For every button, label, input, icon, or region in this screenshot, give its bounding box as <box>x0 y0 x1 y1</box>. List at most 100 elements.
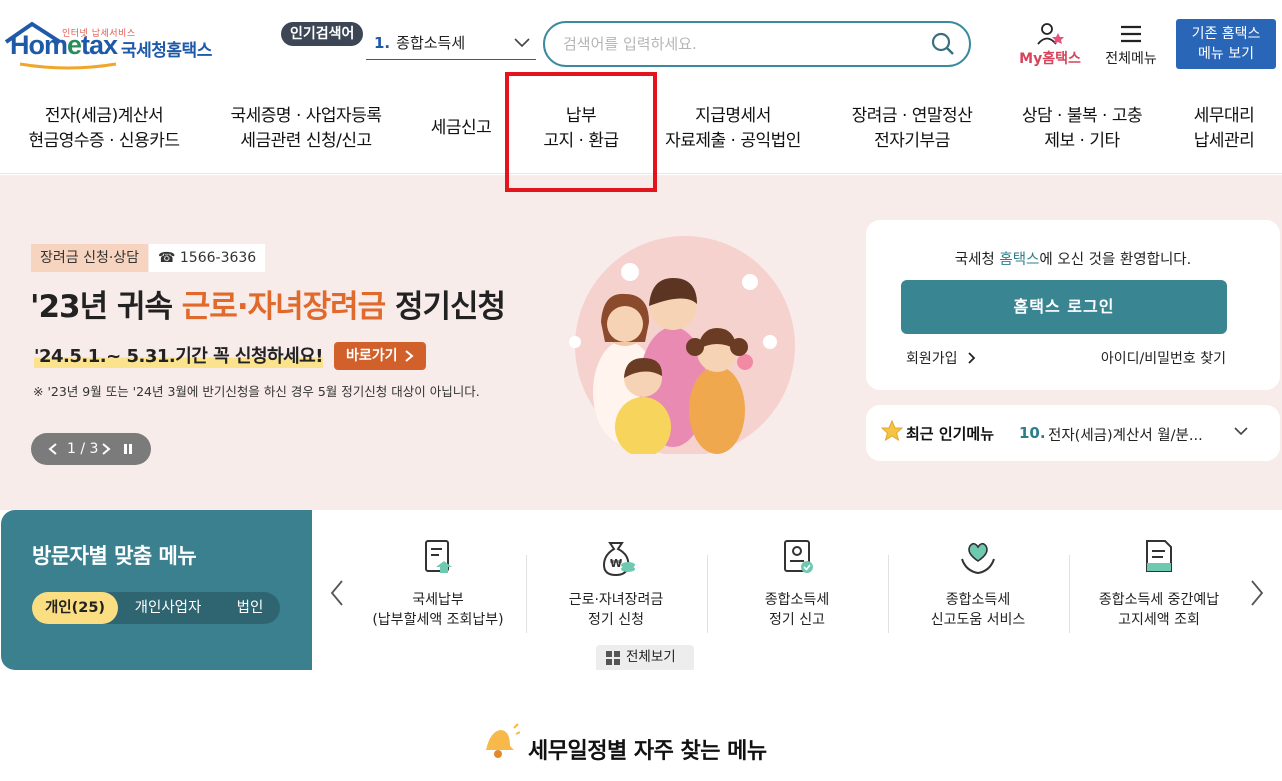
popular-rank: 1. <box>374 34 391 52</box>
banner-note: ※ '23년 9월 또는 '24년 3월에 반기신청을 하신 경우 5월 정기신… <box>33 384 480 399</box>
gnb-item-line1: 지급명세서 <box>695 106 771 126</box>
welcome-text: 국세청 홈택스에 오신 것을 환영합니다. <box>954 252 1192 268</box>
search-box <box>543 21 971 67</box>
money-bag-icon: ₩ <box>602 542 635 577</box>
recent-menu-title: 최근 인기메뉴 <box>906 425 995 443</box>
find-id-password-link[interactable]: 아이디/비밀번호 찾기 <box>1101 348 1226 368</box>
gnb-item-consult[interactable]: 상담 · 불복 · 고충 제보 · 기타 <box>1016 104 1148 154</box>
svg-text:₩: ₩ <box>610 557 622 570</box>
join-link[interactable]: 회원가입 <box>906 348 976 368</box>
menu-income-tax-help[interactable]: 종합소득세 신고도움 서비스 <box>888 532 1068 642</box>
menu-interim-prepayment[interactable]: 종합소득세 중간예납 고지세액 조회 <box>1069 532 1249 642</box>
banner-category-tag: 장려금 신청·상담 <box>31 244 149 272</box>
legacy-line2: 메뉴 보기 <box>1198 46 1254 62</box>
gnb-item-line2: 제보 · 기타 <box>1044 131 1120 151</box>
family-illustration <box>569 236 795 454</box>
tab-sole-proprietor[interactable]: 개인사업자 <box>120 592 216 624</box>
gnb-item-e-invoice[interactable]: 전자(세금)계산서 현금영수증 · 신용카드 <box>24 104 184 154</box>
tab-corporation[interactable]: 법인 <box>222 592 278 624</box>
banner-title: '23년 귀속 근로·자녀장려금 정기신청 <box>30 289 506 325</box>
gnb-item-line2: 전자기부금 <box>874 131 950 151</box>
prev-slide-icon[interactable] <box>48 443 58 455</box>
all-menu-label: 전체메뉴 <box>1105 51 1157 67</box>
my-hometax-label: My홈택스 <box>1019 51 1081 67</box>
menu-incentive-apply[interactable]: ₩ 근로·자녀장려금 정기 신청 <box>526 532 706 642</box>
pause-icon[interactable] <box>123 443 133 455</box>
gnb-item-payment-statement[interactable]: 지급명세서 자료제출 · 공익법인 <box>660 104 806 154</box>
hamburger-icon <box>1121 25 1141 43</box>
visitor-menu-list: 국세납부 (납부할세액 조회납부) ₩ 근로·자녀장려금 정기 신청 종합소득세 정기… <box>312 510 1280 670</box>
banner-period: '24.5.1.~ 5.31.기간 꼭 신청하세요! <box>34 342 323 368</box>
gnb-item-tax-agent[interactable]: 세무대리 납세관리 <box>1186 104 1262 154</box>
banner-phone: ☎ 1566-3636 <box>149 244 266 272</box>
carousel-prev-icon[interactable] <box>330 580 344 606</box>
gnb-item-line1: 전자(세금)계산서 <box>44 106 164 126</box>
pager-count: 1 / 3 <box>67 441 99 457</box>
all-menu-button[interactable]: 전체메뉴 <box>1098 22 1164 70</box>
recent-menu-rank: 10. <box>1019 424 1046 442</box>
legacy-line1: 기존 홈택스 <box>1191 26 1261 42</box>
chevron-down-icon <box>514 38 530 48</box>
popular-search-badge: 인기검색어 <box>281 22 364 46</box>
gnb-item-line2: 세금관련 신청/신고 <box>240 131 372 151</box>
tax-report-icon <box>784 540 813 573</box>
menu-label: 종합소득세 신고도움 서비스 <box>930 592 1026 628</box>
banner-go-button[interactable]: 바로가기 <box>334 342 426 370</box>
gnb-item-line2: 자료제출 · 공익법인 <box>665 131 801 151</box>
visitor-type-tabs: 개인(25) 개인사업자 법인 <box>32 592 280 624</box>
gnb-item-line1: 세금신고 <box>430 118 492 138</box>
star-icon <box>881 420 903 442</box>
chevron-right-icon <box>405 350 414 362</box>
bell-icon <box>486 723 520 758</box>
grid-icon <box>606 651 620 665</box>
gnb-item-line1: 세무대리 <box>1193 106 1255 126</box>
join-label: 회원가입 <box>906 351 958 367</box>
gnb-item-line1: 국세증명 · 사업자등록 <box>230 106 382 126</box>
gnb-item-line2: 납세관리 <box>1193 131 1255 151</box>
search-input[interactable] <box>563 32 923 56</box>
hero-banner: 장려금 신청·상담 ☎ 1566-3636 '23년 귀속 근로·자녀장려금 정… <box>0 175 1282 510</box>
logo-korean-name: 국세청홈택스 <box>121 41 212 61</box>
user-star-icon <box>1037 23 1064 45</box>
recent-popular-menu[interactable]: 최근 인기메뉴 10. 전자(세금)계산서 월/분... <box>866 405 1280 461</box>
visitor-menu-section: 방문자별 맞춤 메뉴 개인(25) 개인사업자 법인 국세납부 (납부할세액 조회… <box>0 510 1282 670</box>
logo-swoosh <box>19 62 117 70</box>
carousel-next-icon[interactable] <box>1250 580 1264 606</box>
banner-pager: 1 / 3 <box>31 433 151 465</box>
my-hometax-button[interactable]: My홈택스 <box>1014 22 1086 70</box>
menu-label: 근로·자녀장려금 정기 신청 <box>568 592 664 628</box>
helping-heart-icon <box>961 542 995 575</box>
login-button[interactable]: 홈택스 로그인 <box>901 280 1227 334</box>
view-all-label: 전체보기 <box>626 649 676 665</box>
popular-term: 종합소득세 <box>396 34 466 52</box>
schedule-section-title: 세무일정별 자주 찾는 메뉴 <box>528 739 767 764</box>
visitor-panel: 방문자별 맞춤 메뉴 개인(25) 개인사업자 법인 <box>1 510 312 670</box>
hometax-logo[interactable]: 인터넷 납세서비스 Hometax 국세청홈택스 <box>4 20 219 72</box>
chevron-right-icon <box>968 352 976 364</box>
menu-label: 종합소득세 중간예납 고지세액 조회 <box>1098 592 1220 628</box>
menu-label: 종합소득세 정기 신고 <box>764 592 830 628</box>
gnb-item-line2: 현금영수증 · 신용카드 <box>28 131 180 151</box>
tab-individual[interactable]: 개인(25) <box>32 592 118 624</box>
visitor-menu-title: 방문자별 맞춤 메뉴 <box>32 544 197 568</box>
menu-tax-payment[interactable]: 국세납부 (납부할세액 조회납부) <box>348 532 528 642</box>
popular-search-select[interactable]: 1. 종합소득세 <box>366 28 536 60</box>
gnb-item-incentive[interactable]: 장려금 · 연말정산 전자기부금 <box>842 104 982 154</box>
gnb-item-certificate[interactable]: 국세증명 · 사업자등록 세금관련 신청/신고 <box>222 104 390 154</box>
gnb-item-line1: 장려금 · 연말정산 <box>851 106 973 126</box>
next-slide-icon[interactable] <box>101 443 111 455</box>
highlight-box <box>505 72 657 192</box>
tax-payment-icon <box>425 540 452 573</box>
recent-menu-item: 전자(세금)계산서 월/분... <box>1048 428 1203 444</box>
search-icon[interactable] <box>931 32 955 56</box>
view-all-button[interactable]: 전체보기 <box>596 645 694 670</box>
go-button-label: 바로가기 <box>346 348 398 364</box>
notice-doc-icon <box>1146 540 1172 572</box>
menu-label: 국세납부 (납부할세액 조회납부) <box>372 592 504 628</box>
menu-income-tax-report[interactable]: 종합소득세 정기 신고 <box>707 532 887 642</box>
chevron-down-icon <box>1234 427 1248 436</box>
login-card: 국세청 홈택스에 오신 것을 환영합니다. 홈택스 로그인 회원가입 아이디/비… <box>866 220 1280 390</box>
gnb-item-tax-report[interactable]: 세금신고 <box>422 116 500 141</box>
gnb-item-line1: 상담 · 불복 · 고충 <box>1021 106 1143 126</box>
legacy-menu-button[interactable]: 기존 홈택스 메뉴 보기 <box>1176 19 1276 69</box>
